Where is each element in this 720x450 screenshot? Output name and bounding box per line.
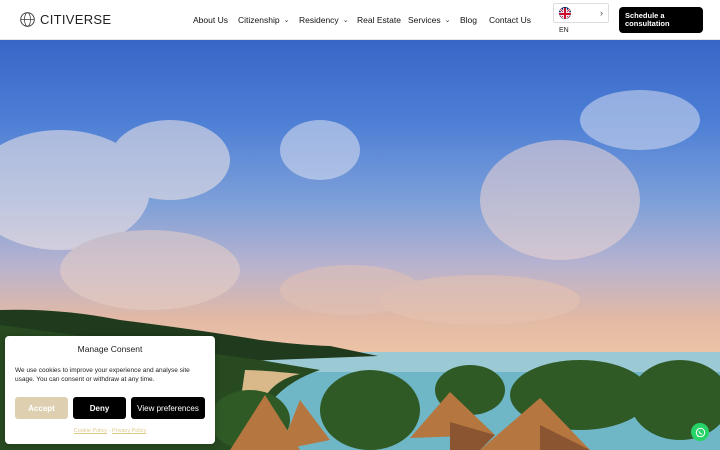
nav-label: Services: [408, 15, 441, 25]
language-code: EN: [559, 27, 569, 34]
nav-blog[interactable]: Blog: [460, 15, 489, 25]
schedule-consultation-button[interactable]: Schedule a consultation: [619, 7, 703, 33]
language-selector[interactable]: ›: [553, 3, 609, 23]
nav-label: Real Estate: [357, 15, 401, 25]
consent-title: Manage Consent: [77, 344, 143, 354]
whatsapp-button[interactable]: [691, 423, 709, 441]
consent-text: We use cookies to improve your experienc…: [15, 367, 190, 383]
brand-logo[interactable]: CITIVERSE: [20, 12, 111, 27]
logo-icon: [20, 12, 35, 27]
uk-flag-icon: [559, 7, 571, 19]
privacy-policy-link[interactable]: Privacy Policy: [112, 428, 146, 434]
policy-links: Cookie Policy - Privacy Policy: [5, 428, 215, 434]
nav-label: Residency: [299, 15, 339, 25]
view-preferences-button[interactable]: View preferences: [131, 397, 205, 419]
deny-button[interactable]: Deny: [73, 397, 126, 419]
link-separator: -: [108, 428, 111, 434]
nav-real-estate[interactable]: Real Estate: [357, 15, 408, 25]
nav-label: About Us: [193, 15, 228, 25]
nav-citizenship[interactable]: Citizenship ⌄: [238, 15, 299, 25]
nav-services[interactable]: Services ⌄: [408, 15, 460, 25]
chevron-right-icon: ›: [600, 8, 603, 18]
brand-name: CITIVERSE: [40, 12, 112, 27]
nav-contact-us[interactable]: Contact Us: [489, 15, 534, 25]
nav-residency[interactable]: Residency ⌄: [299, 15, 357, 25]
site-header: CITIVERSE About Us Citizenship ⌄ Residen…: [0, 0, 720, 40]
nav-about-us[interactable]: About Us: [193, 15, 238, 25]
cookie-policy-link[interactable]: Cookie Policy: [74, 428, 107, 434]
cookie-consent-dialog: Manage Consent We use cookies to improve…: [5, 336, 215, 444]
nav-label: Contact Us: [489, 15, 532, 25]
chevron-down-icon: ⌄: [444, 17, 451, 24]
chevron-down-icon: ⌄: [342, 17, 349, 24]
nav-label: Citizenship: [238, 15, 280, 25]
accept-button[interactable]: Accept: [15, 397, 68, 419]
whatsapp-icon: [695, 427, 705, 437]
main-nav: About Us Citizenship ⌄ Residency ⌄ Real …: [193, 15, 534, 25]
nav-label: Blog: [460, 15, 478, 25]
chevron-down-icon: ⌄: [283, 17, 290, 24]
